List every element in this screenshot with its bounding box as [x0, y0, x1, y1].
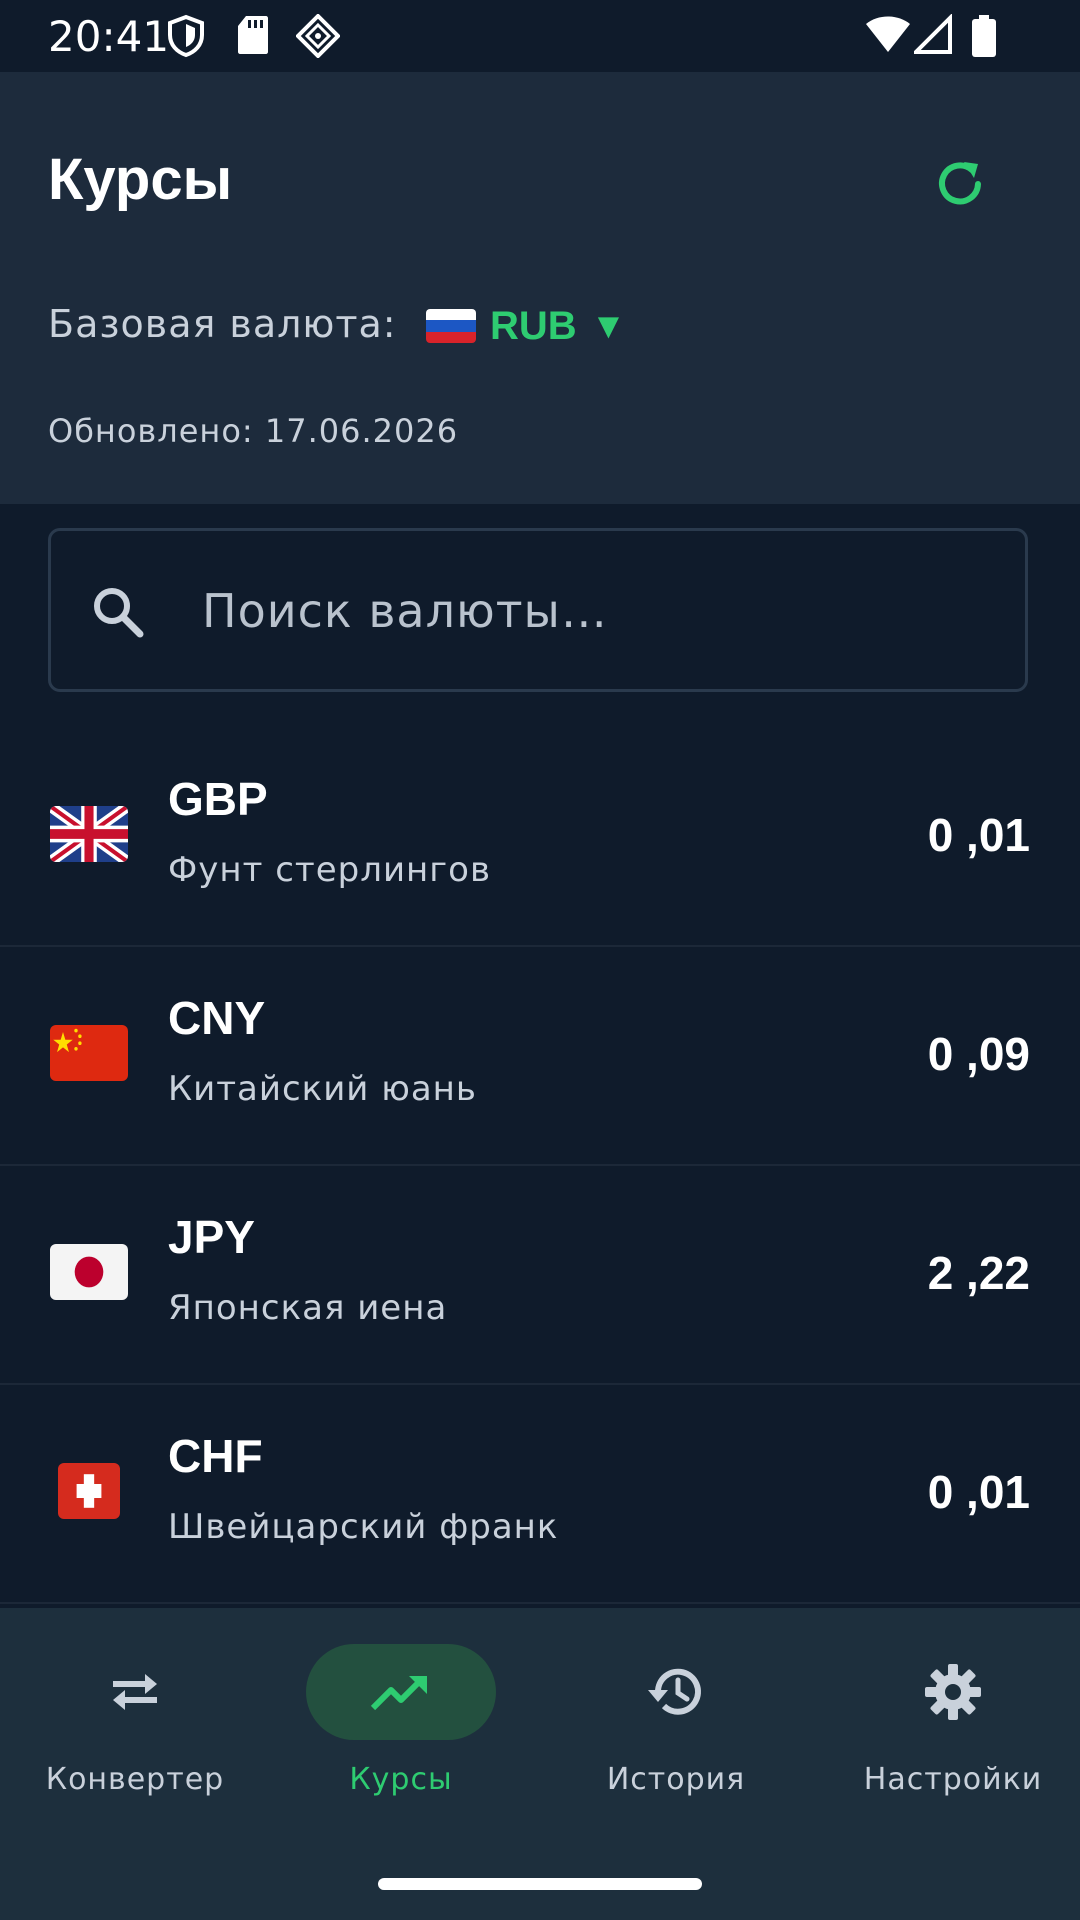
rate-code: CHF — [168, 1430, 263, 1482]
rate-value: 0 ,01 — [927, 809, 1030, 861]
history-icon — [648, 1668, 701, 1715]
nav-indicator — [858, 1644, 1048, 1740]
nav-item-settings[interactable]: Настройки — [818, 1644, 1080, 1804]
page-title: Курсы — [48, 147, 233, 212]
nav-label: История — [606, 1762, 746, 1797]
rate-name: Китайский юань — [168, 1069, 477, 1109]
chevron-down-icon: ▼ — [590, 305, 627, 346]
rate-row-chf[interactable]: CHF Швейцарский франк 0 ,01 — [0, 1385, 1080, 1604]
search-input[interactable] — [200, 575, 984, 647]
status-bar: 20:41 — [0, 0, 1080, 72]
rate-code: GBP — [168, 773, 268, 825]
sd-card-icon — [238, 16, 268, 54]
rate-code: JPY — [168, 1211, 255, 1263]
nav-item-converter[interactable]: Конвертер — [0, 1644, 270, 1804]
rate-row-jpy[interactable]: JPY Японская иена 2 ,22 — [0, 1166, 1080, 1385]
nav-label: Конвертер — [45, 1762, 225, 1797]
nav-item-rates[interactable]: Курсы — [266, 1644, 536, 1804]
refresh-button[interactable] — [924, 148, 996, 220]
battery-icon — [972, 15, 996, 57]
signal-icon — [914, 14, 952, 54]
nav-indicator — [40, 1644, 230, 1740]
bottom-navigation: Конвертер Курсы История Настройки — [0, 1608, 1080, 1920]
shield-icon — [168, 14, 204, 58]
home-indicator[interactable] — [378, 1878, 702, 1890]
jp-flag-icon — [50, 1244, 128, 1300]
rate-name: Фунт стерлингов — [168, 850, 491, 890]
nav-indicator — [306, 1644, 496, 1740]
gear-icon — [925, 1664, 981, 1720]
nav-item-history[interactable]: История — [541, 1644, 811, 1804]
uk-flag-icon — [50, 806, 128, 862]
rates-header: Курсы Базовая валюта: RUB ▼ Обновлено: 1… — [0, 72, 1080, 504]
ch-flag-icon — [58, 1463, 120, 1519]
vpn-diamond-icon — [296, 14, 340, 58]
rate-row-gbp[interactable]: GBP Фунт стерлингов 0 ,01 — [0, 728, 1080, 947]
rate-value: 0 ,01 — [927, 1466, 1030, 1518]
base-currency-selector[interactable]: RUB ▼ — [426, 296, 626, 356]
rate-code: CNY — [168, 992, 266, 1044]
nav-label: Настройки — [863, 1762, 1043, 1797]
trending-up-icon — [370, 1676, 427, 1711]
rates-list: GBP Фунт стерлингов 0 ,01 CNY Китайский … — [0, 728, 1080, 1604]
wifi-icon — [866, 16, 910, 52]
search-icon — [94, 588, 144, 638]
cn-flag-icon — [50, 1025, 128, 1081]
base-currency-label: Базовая валюта: — [48, 302, 397, 346]
rate-row-cny[interactable]: CNY Китайский юань 0 ,09 — [0, 947, 1080, 1166]
rate-value: 2 ,22 — [927, 1247, 1030, 1299]
refresh-icon — [939, 162, 981, 205]
rate-value: 0 ,09 — [927, 1028, 1030, 1080]
swap-icon — [113, 1674, 157, 1710]
rate-name: Швейцарский франк — [168, 1507, 559, 1547]
updated-timestamp: Обновлено: 17.06.2026 — [48, 412, 459, 450]
status-time: 20:41 — [48, 12, 170, 61]
nav-indicator — [581, 1644, 771, 1740]
base-currency-code: RUB — [490, 303, 577, 348]
nav-label: Курсы — [349, 1762, 453, 1797]
ru-flag-icon — [426, 309, 476, 343]
rate-name: Японская иена — [168, 1288, 448, 1328]
